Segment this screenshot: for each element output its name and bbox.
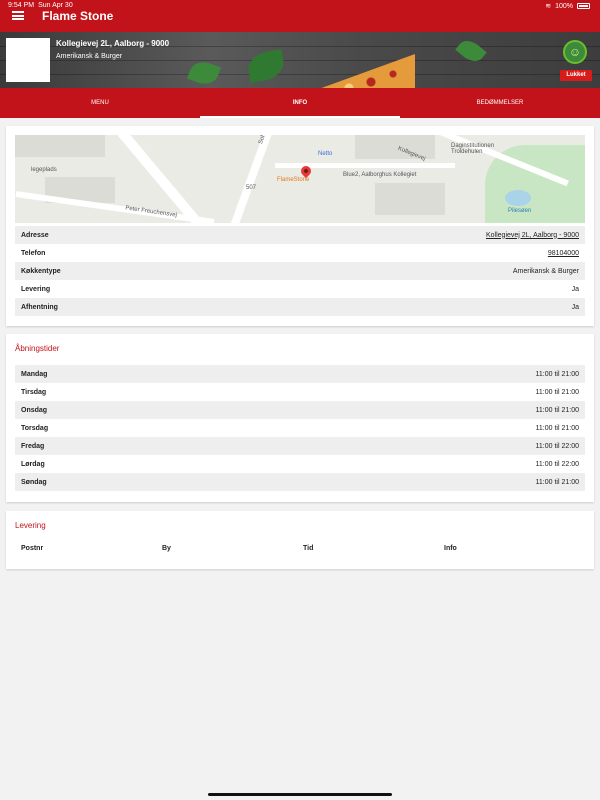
location-map[interactable]: Sohngårdsholmsvej Netto FlameStone Blue2…	[15, 135, 585, 223]
info-key: Afhentning	[21, 303, 58, 311]
hours-row: Torsdag 11:00 til 21:00	[15, 419, 585, 437]
hours-row: Onsdag 11:00 til 21:00	[15, 401, 585, 419]
info-value: Ja	[571, 285, 579, 293]
restaurant-address: Kollegievej 2L, Aalborg - 9000	[56, 39, 170, 48]
hours-value: 11:00 til 21:00	[535, 388, 579, 396]
map-label: 507	[246, 185, 257, 191]
map-label: Peter Freuchensvej	[124, 205, 178, 219]
map-label: Daginstitutionen Troldehulen	[451, 143, 495, 155]
hours-value: 11:00 til 22:00	[535, 460, 579, 468]
day-label: Tirsdag	[21, 388, 47, 396]
address-link[interactable]: Kollegievej 2L, Aalborg - 9000	[486, 232, 579, 239]
section-title: Levering	[15, 521, 46, 530]
menu-icon[interactable]	[12, 11, 24, 20]
hours-value: 11:00 til 21:00	[535, 370, 579, 378]
info-key: Levering	[21, 285, 51, 293]
status-indicators: ≋ 100%	[545, 2, 590, 10]
day-label: Torsdag	[21, 424, 49, 432]
info-key: Køkkentype	[21, 267, 61, 275]
hours-row: Søndag 11:00 til 21:00	[15, 473, 585, 491]
delivery-table-header: Postnr By Tid Info	[15, 545, 585, 559]
day-label: Onsdag	[21, 406, 48, 414]
hours-value: 11:00 til 21:00	[535, 424, 579, 432]
restaurant-logo	[6, 38, 50, 82]
info-key: Telefon	[21, 249, 46, 257]
day-label: Lørdag	[21, 460, 45, 468]
column-header-info: Info	[444, 545, 457, 552]
map-label: Blue2, Aalborghus Kollegiet	[343, 172, 417, 178]
hours-row: Lørdag 11:00 til 22:00	[15, 455, 585, 473]
hours-row: Tirsdag 11:00 til 21:00	[15, 383, 585, 401]
delivery-card: Levering Postnr By Tid Info	[6, 511, 594, 569]
battery-icon	[577, 3, 590, 9]
app-bar: 9:54 PM Sun Apr 30 ≋ 100% Flame Stone	[0, 0, 600, 32]
restaurant-cuisine: Amerikansk & Burger	[56, 53, 123, 60]
info-value: Ja	[571, 303, 579, 311]
tab-menu[interactable]: MENU	[0, 88, 200, 118]
column-header-postnr: Postnr	[21, 545, 44, 552]
basil-leaf-image	[455, 35, 487, 67]
info-row: Levering Ja	[15, 280, 585, 298]
info-row: Adresse Kollegievej 2L, Aalborg - 9000	[15, 226, 585, 244]
column-header-by: By	[162, 545, 171, 552]
hours-value: 11:00 til 21:00	[535, 406, 579, 414]
tab-reviews[interactable]: BEDØMMELSER	[400, 88, 600, 118]
page-title: Flame Stone	[42, 9, 114, 23]
map-label: Pilesøen	[508, 208, 532, 214]
hours-row: Fredag 11:00 til 22:00	[15, 437, 585, 455]
section-title: Åbningstider	[15, 344, 60, 353]
status-bar: 9:54 PM Sun Apr 30	[8, 2, 73, 9]
info-value: Amerikansk & Burger	[512, 267, 579, 275]
status-time: 9:54 PM	[8, 2, 35, 9]
tab-info[interactable]: INFO	[200, 88, 400, 118]
day-label: Mandag	[21, 370, 48, 378]
map-label: legeplads	[31, 167, 57, 173]
info-row: Køkkentype Amerikansk & Burger	[15, 262, 585, 280]
phone-link[interactable]: 98104000	[548, 250, 579, 257]
status-date: Sun Apr 30	[38, 2, 73, 9]
tab-bar: MENU INFO BEDØMMELSER	[0, 88, 600, 118]
restaurant-banner: Kollegievej 2L, Aalborg - 9000 Amerikans…	[0, 32, 600, 88]
hours-value: 11:00 til 21:00	[535, 478, 579, 486]
hours-row: Mandag 11:00 til 21:00	[15, 365, 585, 383]
day-label: Fredag	[21, 442, 45, 450]
basil-leaf-image	[187, 57, 221, 88]
info-card: Sohngårdsholmsvej Netto FlameStone Blue2…	[6, 126, 594, 326]
hours-value: 11:00 til 22:00	[535, 442, 579, 450]
map-label: FlameStone	[277, 177, 310, 183]
info-row: Afhentning Ja	[15, 298, 585, 316]
wifi-icon: ≋	[545, 3, 552, 10]
battery-level: 100%	[555, 2, 573, 10]
map-label: Netto	[318, 151, 333, 157]
status-badge: Lukket	[560, 70, 592, 81]
column-header-tid: Tid	[303, 545, 314, 552]
home-indicator[interactable]	[208, 793, 392, 796]
info-key: Adresse	[21, 231, 49, 239]
basil-leaf-image	[245, 49, 287, 83]
opening-hours-card: Åbningstider Mandag 11:00 til 21:00 Tirs…	[6, 334, 594, 502]
smiley-inspection-icon[interactable]: ☺	[563, 40, 587, 64]
info-row: Telefon 98104000	[15, 244, 585, 262]
day-label: Søndag	[21, 478, 47, 486]
